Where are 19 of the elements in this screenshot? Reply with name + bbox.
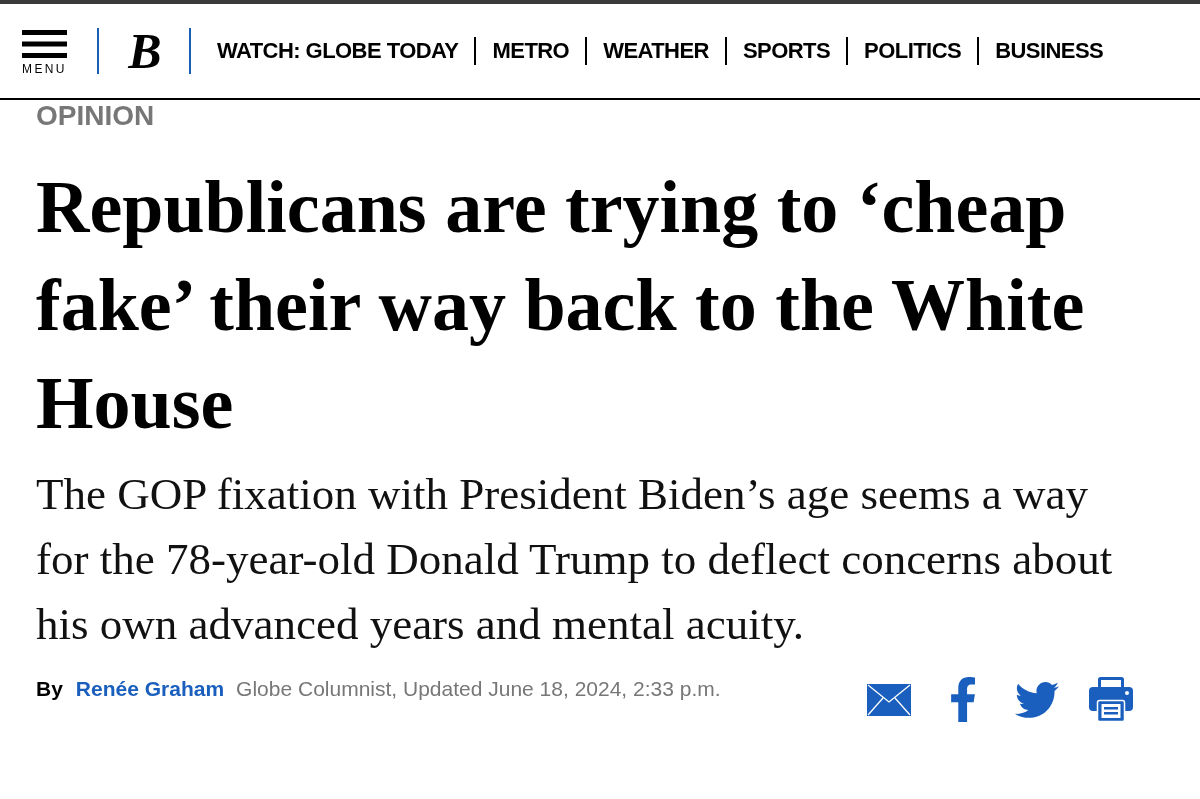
nav-link[interactable]: WEATHER <box>603 38 709 64</box>
headline: Republicans are trying to ‘cheap fake’ their way back to the White House <box>36 165 1086 446</box>
menu-icon <box>22 30 67 58</box>
f-logo-icon[interactable] <box>951 677 975 722</box>
nav-link[interactable]: METRO <box>492 38 570 64</box>
byline-label: By <box>36 677 63 701</box>
nav-link[interactable]: BUSINESS <box>995 38 1104 64</box>
article-summary: The GOP fixation with President Biden’s age seems a way for the 78-year-old Donald Trump to deflect concerns about his own advanced years and mental acuity. <box>36 468 1114 651</box>
bird-icon[interactable] <box>1015 681 1059 718</box>
envelope-icon[interactable] <box>867 683 911 716</box>
section-label: OPINION <box>36 102 156 130</box>
menu-button[interactable]: MENU <box>22 30 68 76</box>
site-logo[interactable]: B <box>125 26 165 76</box>
nav-link[interactable]: WATCH: GLOBE TODAY <box>217 38 459 64</box>
author-link[interactable]: Renée Graham <box>75 677 225 701</box>
nav-link[interactable]: POLITICS <box>864 38 962 64</box>
printer-icon[interactable] <box>1089 677 1133 722</box>
byline-meta: Globe Columnist, Updated June 18, 2024, 2:33 p.m. <box>236 677 721 701</box>
nav-link[interactable]: SPORTS <box>742 38 831 64</box>
